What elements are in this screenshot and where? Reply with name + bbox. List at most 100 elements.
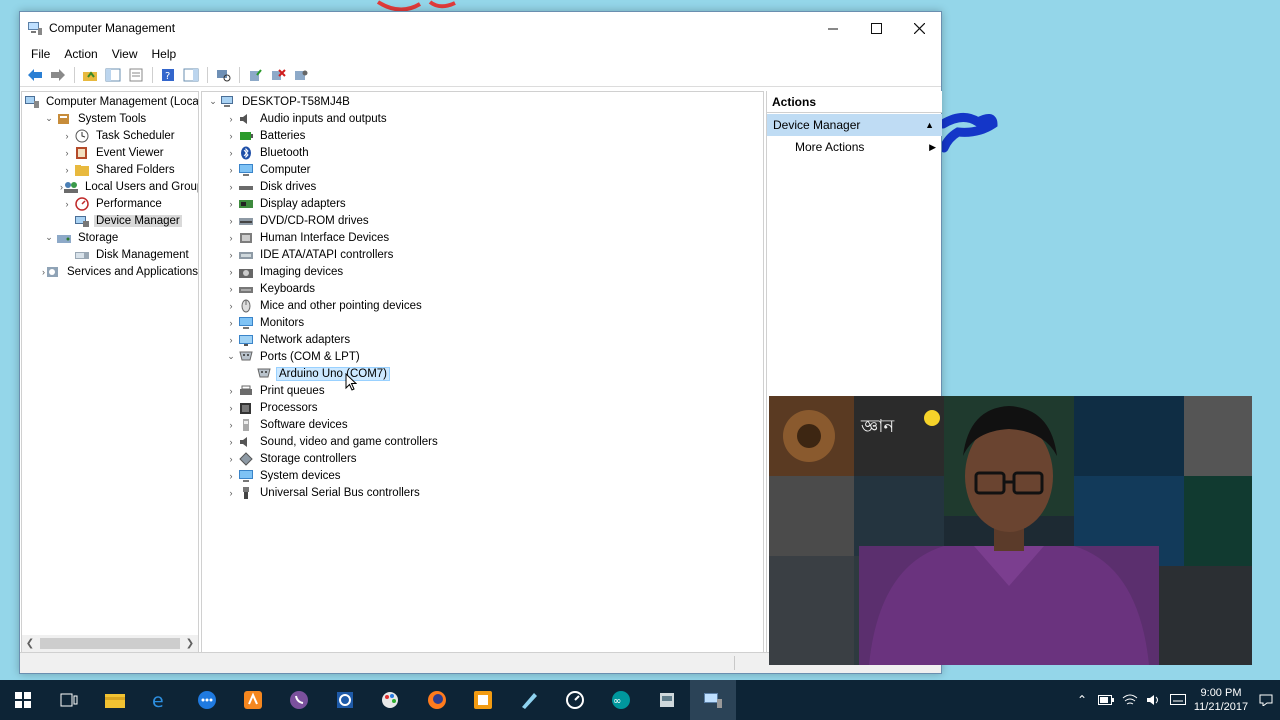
expand-chevron-icon[interactable]: › [224, 331, 238, 348]
taskbar-app-blue[interactable] [322, 680, 368, 720]
menu-file[interactable]: File [24, 47, 57, 61]
expand-chevron-icon[interactable]: › [224, 382, 238, 399]
expand-chevron-icon[interactable]: › [224, 229, 238, 246]
task-view-button[interactable] [46, 680, 92, 720]
expand-chevron-icon[interactable]: › [224, 178, 238, 195]
taskbar-firefox[interactable] [414, 680, 460, 720]
uninstall-device-button[interactable] [267, 65, 289, 85]
expand-chevron-icon[interactable]: › [224, 433, 238, 450]
taskbar-paint[interactable] [368, 680, 414, 720]
taskbar-messenger[interactable] [184, 680, 230, 720]
back-button[interactable] [24, 65, 46, 85]
action-center-icon[interactable] [1252, 694, 1280, 706]
taskbar-computer-management[interactable] [690, 680, 736, 720]
device-tree-item-software-devices[interactable]: › Software devices [202, 416, 763, 433]
device-tree-item-human-interface-devices[interactable]: › Human Interface Devices [202, 229, 763, 246]
scroll-right-icon[interactable]: ❯ [182, 638, 198, 649]
device-tree-item-arduino-uno-com7[interactable]: Arduino Uno (COM7) [202, 365, 763, 382]
device-tree-item-audio-inputs-and-outputs[interactable]: › Audio inputs and outputs [202, 110, 763, 127]
console-tree-item-task-scheduler[interactable]: › Task Scheduler [22, 127, 198, 144]
collapse-chevron-icon[interactable]: ⌄ [206, 93, 220, 110]
expand-chevron-icon[interactable]: › [224, 416, 238, 433]
console-tree-horizontal-scrollbar[interactable]: ❮ ❯ [22, 635, 198, 652]
device-tree-item-monitors[interactable]: › Monitors [202, 314, 763, 331]
console-tree-item-computer-management-local[interactable]: Computer Management (Local [22, 93, 198, 110]
device-tree-item-imaging-devices[interactable]: › Imaging devices [202, 263, 763, 280]
collapse-chevron-icon[interactable]: ⌄ [42, 110, 56, 127]
actions-section-device-manager[interactable]: Device Manager ▲ [767, 114, 942, 136]
device-tree-item-mice-and-other-pointing-devices[interactable]: › Mice and other pointing devices [202, 297, 763, 314]
expand-chevron-icon[interactable]: › [224, 144, 238, 161]
device-tree-item-universal-serial-bus-controllers[interactable]: › Universal Serial Bus controllers [202, 484, 763, 501]
properties-button[interactable] [125, 65, 147, 85]
console-tree-item-device-manager[interactable]: Device Manager [22, 212, 198, 229]
device-tree-item-network-adapters[interactable]: › Network adapters [202, 331, 763, 348]
expand-chevron-icon[interactable]: › [224, 399, 238, 416]
taskbar-arduino[interactable]: ∞ [598, 680, 644, 720]
scan-hardware-button[interactable] [212, 65, 234, 85]
device-tree-item-dvd-cd-rom-drives[interactable]: › DVD/CD-ROM drives [202, 212, 763, 229]
menu-view[interactable]: View [105, 47, 145, 61]
device-tree-item-storage-controllers[interactable]: › Storage controllers [202, 450, 763, 467]
taskbar-file-explorer[interactable] [92, 680, 138, 720]
device-tree-item-ports-com-lpt[interactable]: ⌄ Ports (COM & LPT) [202, 348, 763, 365]
up-one-level-button[interactable] [79, 65, 101, 85]
device-tree-item-bluetooth[interactable]: › Bluetooth [202, 144, 763, 161]
expand-chevron-icon[interactable]: › [224, 195, 238, 212]
collapse-up-icon[interactable]: ▲ [925, 120, 934, 130]
expand-chevron-icon[interactable]: › [60, 161, 74, 178]
expand-chevron-icon[interactable]: › [224, 212, 238, 229]
console-tree-item-services-and-applications[interactable]: › Services and Applications [22, 263, 198, 280]
device-tree-item-keyboards[interactable]: › Keyboards [202, 280, 763, 297]
update-driver-button[interactable] [244, 65, 266, 85]
device-tree-item-display-adapters[interactable]: › Display adapters [202, 195, 763, 212]
menu-action[interactable]: Action [57, 47, 104, 61]
more-actions-item[interactable]: More Actions ▶ [767, 136, 942, 158]
scroll-left-icon[interactable]: ❮ [22, 638, 38, 649]
expand-chevron-icon[interactable]: › [60, 127, 74, 144]
taskbar-edge[interactable]: e [138, 680, 184, 720]
device-tree-item-system-devices[interactable]: › System devices [202, 467, 763, 484]
device-tree-item-print-queues[interactable]: › Print queues [202, 382, 763, 399]
collapse-chevron-icon[interactable]: ⌄ [224, 348, 238, 365]
wifi-icon[interactable] [1118, 694, 1142, 706]
console-tree-item-system-tools[interactable]: ⌄ System Tools [22, 110, 198, 127]
volume-icon[interactable] [1142, 694, 1166, 706]
console-tree-item-performance[interactable]: › Performance [22, 195, 198, 212]
scrollbar-thumb[interactable] [40, 638, 180, 649]
expand-chevron-icon[interactable]: › [224, 450, 238, 467]
maximize-button[interactable] [855, 12, 898, 44]
taskbar-app-pen[interactable] [506, 680, 552, 720]
taskbar-viber[interactable] [276, 680, 322, 720]
device-tree-item-sound-video-and-game-controllers[interactable]: › Sound, video and game controllers [202, 433, 763, 450]
show-hide-console-tree-button[interactable] [102, 65, 124, 85]
taskbar-app-orange-2[interactable] [460, 680, 506, 720]
expand-chevron-icon[interactable]: › [224, 484, 238, 501]
expand-chevron-icon[interactable]: › [224, 110, 238, 127]
device-tree-item-computer[interactable]: › Computer [202, 161, 763, 178]
taskbar-app-gauge[interactable] [552, 680, 598, 720]
console-tree-item-event-viewer[interactable]: › Event Viewer [22, 144, 198, 161]
menu-help[interactable]: Help [145, 47, 184, 61]
expand-chevron-icon[interactable]: › [224, 467, 238, 484]
taskbar-app-orange[interactable] [230, 680, 276, 720]
taskbar-app-printer[interactable] [644, 680, 690, 720]
minimize-button[interactable] [812, 12, 855, 44]
console-tree-item-disk-management[interactable]: Disk Management [22, 246, 198, 263]
close-button[interactable] [898, 12, 941, 44]
taskbar-clock[interactable]: 9:00 PM 11/21/2017 [1190, 686, 1252, 714]
expand-chevron-icon[interactable]: › [224, 297, 238, 314]
expand-chevron-icon[interactable]: › [224, 127, 238, 144]
expand-chevron-icon[interactable]: › [60, 144, 74, 161]
show-hidden-icons-icon[interactable]: ⌃ [1070, 693, 1094, 707]
expand-chevron-icon[interactable]: › [224, 314, 238, 331]
expand-chevron-icon[interactable]: › [224, 161, 238, 178]
console-tree-item-local-users-and-groups[interactable]: › Local Users and Groups [22, 178, 198, 195]
console-tree-item-shared-folders[interactable]: › Shared Folders [22, 161, 198, 178]
expand-chevron-icon[interactable]: › [224, 280, 238, 297]
device-tree-item-ide-ata-atapi-controllers[interactable]: › IDE ATA/ATAPI controllers [202, 246, 763, 263]
expand-chevron-icon[interactable]: › [60, 195, 74, 212]
start-button[interactable] [0, 680, 46, 720]
expand-chevron-icon[interactable]: › [224, 246, 238, 263]
help-button[interactable]: ? [157, 65, 179, 85]
